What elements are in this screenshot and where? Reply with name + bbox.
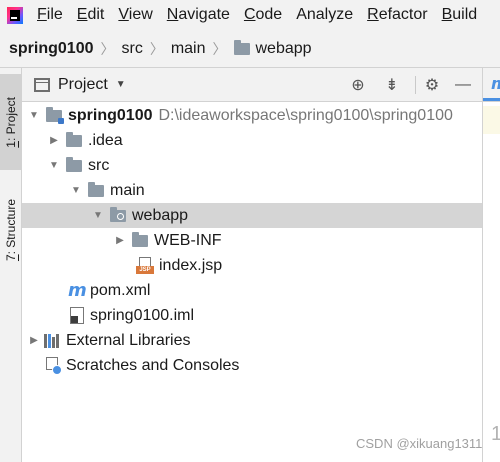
locate-icon[interactable]: ⊕	[349, 76, 367, 94]
tree-label-webapp: webapp	[132, 206, 189, 224]
header-divider	[415, 76, 416, 94]
expanded-arrow-icon[interactable]: ▼	[46, 160, 62, 171]
folder-icon	[132, 231, 148, 247]
collapsed-arrow-icon[interactable]: ▶	[26, 335, 42, 346]
tree-label-pom: pom.xml	[90, 281, 151, 299]
project-panel: Project ▼ ⊕ ⇟ ⚙ — ▼ spring0100 D:\ideawo…	[22, 68, 482, 462]
menu-build[interactable]: Build	[435, 0, 485, 30]
menu-view[interactable]: View	[111, 0, 159, 30]
tool-window-strip: 1: Project 7: Structure	[0, 68, 22, 462]
tree-row-root[interactable]: ▼ spring0100 D:\ideaworkspace\spring0100…	[22, 103, 482, 128]
breadcrumb-project[interactable]: spring0100	[9, 40, 93, 58]
watermark: CSDN @xikuang1311	[356, 436, 483, 451]
breadcrumb: spring0100 〉 src 〉 main 〉 webapp	[0, 30, 500, 68]
project-tool-tab[interactable]: 1: Project	[0, 74, 21, 170]
tree-label-idea: .idea	[88, 131, 123, 149]
tree-row-idea[interactable]: ▶ .idea	[22, 128, 482, 153]
tree-row-ext-libs[interactable]: ▶ External Libraries	[22, 328, 482, 353]
tree-row-webinf[interactable]: ▶ WEB-INF	[22, 228, 482, 253]
collapse-all-icon[interactable]: ⇟	[383, 76, 401, 94]
active-tab-indicator	[483, 98, 500, 101]
breadcrumb-main[interactable]: main	[171, 40, 206, 58]
chevron-right-icon: 〉	[212, 40, 227, 57]
caret-down-icon[interactable]: ▼	[116, 79, 126, 90]
line-number: 1	[491, 423, 500, 445]
tree-root-path: D:\ideaworkspace\spring0100\spring0100	[158, 106, 453, 124]
tree-label-main: main	[110, 181, 145, 199]
project-panel-header: Project ▼ ⊕ ⇟ ⚙ —	[22, 68, 482, 102]
breadcrumb-src[interactable]: src	[121, 40, 142, 58]
web-folder-icon	[110, 206, 126, 222]
iml-file-icon	[70, 307, 84, 324]
tree-row-main[interactable]: ▼ main	[22, 178, 482, 203]
menu-code[interactable]: Code	[237, 0, 289, 30]
expanded-arrow-icon[interactable]: ▼	[68, 185, 84, 196]
tree-label-src: src	[88, 156, 110, 174]
menu-navigate[interactable]: Navigate	[160, 0, 237, 30]
folder-icon	[88, 181, 104, 197]
panel-title[interactable]: Project	[58, 76, 108, 94]
editor-area: m 1	[482, 68, 500, 462]
tree-row-src[interactable]: ▼ src	[22, 153, 482, 178]
tree-label-indexjsp: index.jsp	[159, 256, 223, 274]
chevron-right-icon: 〉	[100, 40, 115, 57]
project-window-icon	[34, 77, 50, 92]
tree-label-root: spring0100	[68, 106, 153, 124]
structure-tool-tab[interactable]: 7: Structure	[0, 180, 21, 280]
gear-icon[interactable]: ⚙	[423, 76, 441, 94]
minimize-icon[interactable]: —	[454, 76, 472, 94]
jsp-file-icon: JSP	[136, 256, 154, 275]
project-tool-tab-label: 1: Project	[3, 96, 18, 148]
tree-label-webinf: WEB-INF	[154, 231, 222, 249]
tree-row-iml[interactable]: spring0100.iml	[22, 303, 482, 328]
scratches-icon	[44, 356, 62, 375]
expanded-arrow-icon[interactable]: ▼	[26, 110, 42, 121]
folder-icon	[66, 131, 82, 147]
chevron-right-icon: 〉	[149, 40, 164, 57]
intellij-logo-icon	[7, 6, 23, 24]
menu-file[interactable]: File	[30, 0, 70, 30]
structure-tool-tab-label: 7: Structure	[3, 198, 18, 262]
tree-label-iml: spring0100.iml	[90, 306, 195, 324]
tree-label-ext-libs: External Libraries	[66, 331, 191, 349]
expanded-arrow-icon[interactable]: ▼	[90, 210, 106, 221]
tree-row-pom[interactable]: m pom.xml	[22, 278, 482, 303]
menu-edit[interactable]: Edit	[70, 0, 112, 30]
menu-analyze[interactable]: Analyze	[289, 0, 360, 30]
module-folder-icon	[46, 106, 64, 124]
menu-refactor[interactable]: Refactor	[360, 0, 434, 30]
maven-icon: m	[491, 74, 500, 93]
breadcrumb-webapp[interactable]: webapp	[233, 39, 312, 58]
current-line-highlight	[483, 106, 500, 134]
tree-row-webapp[interactable]: ▼ webapp	[22, 203, 482, 228]
tree-row-indexjsp[interactable]: JSP index.jsp	[22, 253, 482, 278]
collapsed-arrow-icon[interactable]: ▶	[112, 235, 128, 246]
folder-icon	[233, 39, 250, 55]
menu-bar: File Edit View Navigate Code Analyze Ref…	[0, 0, 500, 30]
tree-label-scratches: Scratches and Consoles	[66, 356, 240, 374]
folder-icon	[66, 156, 82, 172]
editor-tab-pom[interactable]: m	[483, 68, 500, 102]
maven-icon: m	[68, 280, 87, 301]
libraries-icon	[44, 333, 60, 348]
tree-row-scratches[interactable]: Scratches and Consoles	[22, 353, 482, 378]
collapsed-arrow-icon[interactable]: ▶	[46, 135, 62, 146]
